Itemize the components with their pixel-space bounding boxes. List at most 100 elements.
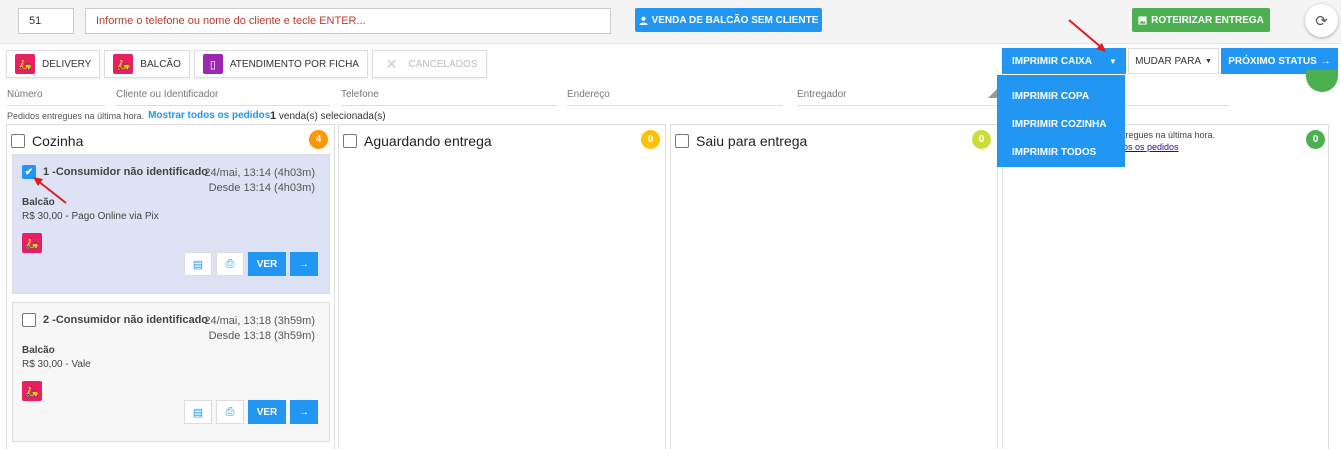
receipt-icon: ▤: [192, 258, 204, 271]
tab-cancelled[interactable]: ✕ CANCELADOS: [371, 50, 487, 78]
courier-filter[interactable]: Entregador: [797, 84, 997, 106]
order-card[interactable]: ✔ 1 -Consumidor não identificado 24/mai,…: [12, 154, 330, 294]
motorcycle-icon: 🛵: [113, 54, 134, 74]
arrow-right-icon: →: [299, 406, 309, 418]
client-filter[interactable]: Cliente ou Identificador: [116, 84, 330, 106]
view-order-button[interactable]: VER: [248, 400, 286, 424]
print-menu-todos[interactable]: IMPRIMIR TODOS: [997, 138, 1125, 166]
filter-placeholder: Número: [7, 89, 43, 100]
extra-filter[interactable]: [1125, 84, 1229, 106]
refresh-button[interactable]: ⟳: [1305, 4, 1338, 37]
address-filter[interactable]: Endereço: [567, 84, 783, 106]
printer-icon: ⎙: [225, 257, 235, 270]
counter-sale-button[interactable]: VENDA DE BALCÃO SEM CLIENTE: [635, 8, 822, 32]
client-search-input[interactable]: [85, 8, 611, 34]
phone-filter[interactable]: Telefone: [341, 84, 557, 106]
selected-count: 1 venda(s) selecionada(s): [270, 110, 386, 122]
print-cashier-button[interactable]: IMPRIMIR CAIXA: [1002, 48, 1100, 74]
column-count-badge: 4: [309, 130, 328, 149]
delivered-partial-text: ntregues na última hora.: [1118, 130, 1216, 140]
order-checkbox[interactable]: [22, 313, 36, 327]
print-order-button[interactable]: ⎙: [216, 252, 244, 276]
route-delivery-label: ROTEIRIZAR ENTREGA: [1151, 14, 1264, 26]
printer-icon: ⎙: [225, 405, 235, 418]
show-all-orders-link-partial[interactable]: dos os pedidos: [1118, 141, 1215, 153]
top-bar: VENDA DE BALCÃO SEM CLIENTE ROTEIRIZAR E…: [0, 0, 1341, 44]
motorcycle-icon: 🛵: [22, 381, 42, 401]
column-title: Saiu para entrega: [696, 133, 808, 149]
receipt-button[interactable]: ▤: [184, 252, 212, 276]
change-to-label: MUDAR PARA: [1135, 55, 1201, 67]
print-menu-cozinha[interactable]: IMPRIMIR COZINHA: [997, 110, 1125, 138]
column-count-badge: 0: [641, 130, 660, 149]
column-title: Aguardando entrega: [364, 133, 492, 149]
column-title: Cozinha: [32, 133, 84, 149]
selected-count-number: 1: [270, 110, 277, 122]
tab-label: BALCÃO: [140, 58, 181, 70]
receipt-icon: ▤: [192, 406, 204, 419]
print-menu: IMPRIMIR COPA IMPRIMIR COZINHA IMPRIMIR …: [997, 75, 1125, 167]
order-payment: R$ 30,00 - Pago Online via Pix: [22, 211, 159, 222]
column-count-badge: 0: [972, 130, 991, 149]
column-select-checkbox[interactable]: [675, 134, 689, 148]
print-cashier-label: IMPRIMIR CAIXA: [1012, 55, 1092, 67]
tab-ticket-service[interactable]: ▯ ATENDIMENTO POR FICHA: [193, 50, 368, 78]
tab-label: ATENDIMENTO POR FICHA: [229, 58, 359, 70]
show-all-orders-link[interactable]: Mostrar todos os pedidos: [148, 110, 270, 121]
advance-order-button[interactable]: →: [290, 400, 318, 424]
delivered-text: Pedidos entregues na última hora.: [7, 110, 145, 121]
order-card[interactable]: 2 -Consumidor não identificado 24/mai, 1…: [12, 302, 330, 442]
order-title: 2 -Consumidor não identificado: [22, 313, 208, 327]
order-payment: R$ 30,00 - Vale: [22, 359, 91, 370]
caret-down-icon: ▼: [1109, 56, 1117, 66]
order-customer: 2 -Consumidor não identificado: [43, 314, 209, 326]
ticket-icon: ▯: [202, 54, 223, 74]
delivered-info: Pedidos entregues na última hora. Mostra…: [7, 110, 270, 121]
order-customer: 1 -Consumidor não identificado: [43, 166, 209, 178]
view-order-button[interactable]: VER: [248, 252, 286, 276]
arrow-right-icon: →: [1320, 55, 1331, 67]
order-time: 24/mai, 13:14 (4h03m) Desde 13:14 (4h03m…: [204, 166, 315, 196]
column-header: Aguardando entrega: [343, 133, 492, 149]
tab-balcao[interactable]: 🛵 BALCÃO: [104, 50, 190, 78]
receipt-button[interactable]: ▤: [184, 400, 212, 424]
order-actions: ▤ ⎙ VER →: [184, 252, 318, 276]
check-icon: ✔: [24, 166, 34, 178]
order-since: Desde 13:18 (3h59m): [208, 330, 315, 342]
tab-delivery[interactable]: 🛵 DELIVERY: [6, 50, 101, 78]
image-icon: [1138, 15, 1147, 25]
print-dropdown-toggle[interactable]: ▼: [1100, 48, 1126, 74]
next-status-label: PRÓXIMO STATUS: [1228, 55, 1317, 67]
print-order-button[interactable]: ⎙: [216, 400, 244, 424]
order-time: 24/mai, 13:18 (3h59m) Desde 13:18 (3h59m…: [204, 314, 315, 344]
order-type: Balcão: [22, 197, 55, 208]
order-date: 24/mai, 13:14 (4h03m): [204, 167, 315, 179]
tab-label: CANCELADOS: [408, 58, 478, 70]
store-number-input[interactable]: [18, 8, 74, 34]
selected-count-text: venda(s) selecionada(s): [278, 111, 386, 122]
filter-row: Número Cliente ou Identificador Telefone…: [0, 84, 1341, 108]
column-awaiting-delivery: Aguardando entrega 0: [338, 124, 666, 449]
order-checkbox[interactable]: ✔: [22, 165, 36, 179]
column-delivered: 0: [1002, 124, 1329, 449]
advance-order-button[interactable]: →: [290, 252, 318, 276]
close-icon: ✕: [385, 55, 398, 72]
change-to-button[interactable]: MUDAR PARA ▼: [1128, 48, 1219, 74]
arrow-right-icon: →: [299, 258, 309, 270]
filter-placeholder: Telefone: [341, 89, 379, 100]
order-type: Balcão: [22, 345, 55, 356]
caret-down-icon: ▼: [1205, 57, 1212, 65]
order-title: ✔ 1 -Consumidor não identificado: [22, 165, 208, 179]
order-date: 24/mai, 13:18 (3h59m): [204, 315, 315, 327]
filter-placeholder: Entregador: [797, 89, 847, 100]
column-select-checkbox[interactable]: [343, 134, 357, 148]
refresh-icon: ⟳: [1315, 12, 1328, 30]
order-since: Desde 13:14 (4h03m): [208, 182, 315, 194]
column-out-for-delivery: Saiu para entrega 0: [670, 124, 998, 449]
print-menu-copa[interactable]: IMPRIMIR COPA: [997, 82, 1125, 110]
column-select-checkbox[interactable]: [11, 134, 25, 148]
order-type-tabs: 🛵 DELIVERY 🛵 BALCÃO ▯ ATENDIMENTO POR FI…: [6, 50, 487, 78]
select-triangle-icon: [988, 89, 997, 98]
route-delivery-button[interactable]: ROTEIRIZAR ENTREGA: [1132, 8, 1270, 32]
number-filter[interactable]: Número: [7, 84, 105, 106]
